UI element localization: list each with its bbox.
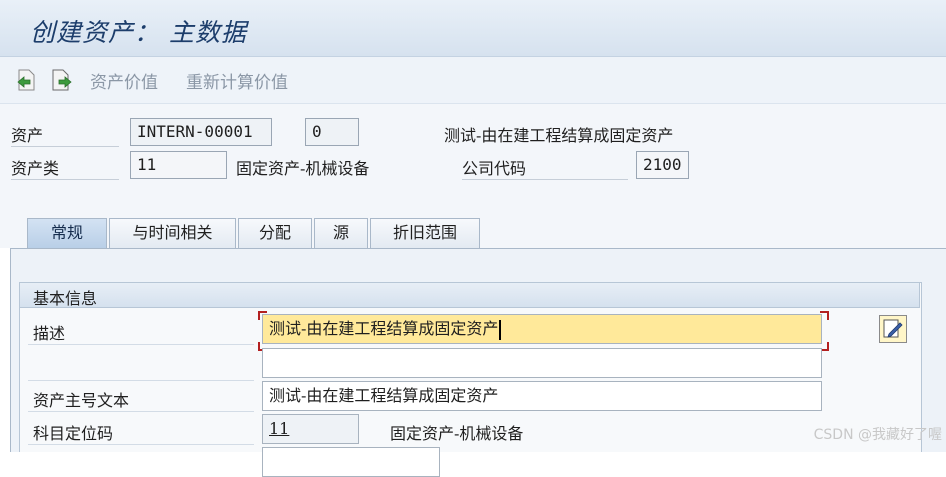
asset-class-field[interactable]: 11 <box>130 151 227 179</box>
recalculate-values-button[interactable]: 重新计算价值 <box>186 68 288 93</box>
focus-corner-top-left <box>258 311 267 320</box>
row-divider <box>28 380 254 381</box>
title-bar: 创建资产： 主数据 <box>0 0 946 57</box>
description-line2-input[interactable] <box>262 348 822 378</box>
tab-assignments[interactable]: 分配 <box>238 218 312 248</box>
next-object-icon[interactable] <box>50 68 72 92</box>
account-key-description: 固定资产-机械设备 <box>390 424 524 443</box>
page-title: 创建资产： 主数据 <box>30 18 247 47</box>
row-divider <box>28 344 254 345</box>
edit-long-text-icon[interactable] <box>879 315 907 343</box>
description-input[interactable]: 测试-由在建工程结算成固定资产 <box>262 314 822 344</box>
tab-time-dependent[interactable]: 与时间相关 <box>109 218 236 248</box>
tab-strip: 常规 与时间相关 分配 源 折旧范围 <box>0 216 946 248</box>
company-code-field[interactable]: 2100 <box>636 151 689 179</box>
next-row-input[interactable] <box>262 447 440 477</box>
sub-number-field[interactable]: 0 <box>305 118 359 146</box>
asset-label: 资产 <box>11 122 119 147</box>
row-divider <box>28 411 254 412</box>
company-code-label: 公司代码 <box>462 155 628 180</box>
tab-origin[interactable]: 源 <box>314 218 368 248</box>
tab-depreciation-areas[interactable]: 折旧范围 <box>370 218 480 248</box>
asset-class-label: 资产类 <box>11 155 119 180</box>
row-divider <box>28 444 254 445</box>
main-number-text-input[interactable]: 测试-由在建工程结算成固定资产 <box>262 381 822 411</box>
previous-object-icon[interactable] <box>16 68 38 92</box>
asset-value-button[interactable]: 资产价值 <box>90 68 158 93</box>
group-title: 基本信息 <box>33 289 98 308</box>
text-cursor <box>499 319 502 340</box>
tab-general[interactable]: 常规 <box>27 218 107 248</box>
asset-number-field[interactable]: INTERN-00001 <box>130 118 272 146</box>
description-input-text: 测试-由在建工程结算成固定资产 <box>269 319 499 338</box>
account-key-label: 科目定位码 <box>33 424 114 443</box>
application-toolbar: 资产价值 重新计算价值 <box>0 57 946 104</box>
account-key-input[interactable]: 11 <box>262 414 359 444</box>
description-label: 描述 <box>33 324 66 343</box>
group-header: 基本信息 <box>19 282 920 308</box>
watermark: CSDN @我藏好了喔 <box>813 427 942 443</box>
main-text-label: 资产主号文本 <box>33 391 130 410</box>
asset-description-text: 测试-由在建工程结算成固定资产 <box>444 126 674 145</box>
focus-corner-top-right <box>820 311 829 320</box>
asset-class-description: 固定资产-机械设备 <box>236 159 370 178</box>
